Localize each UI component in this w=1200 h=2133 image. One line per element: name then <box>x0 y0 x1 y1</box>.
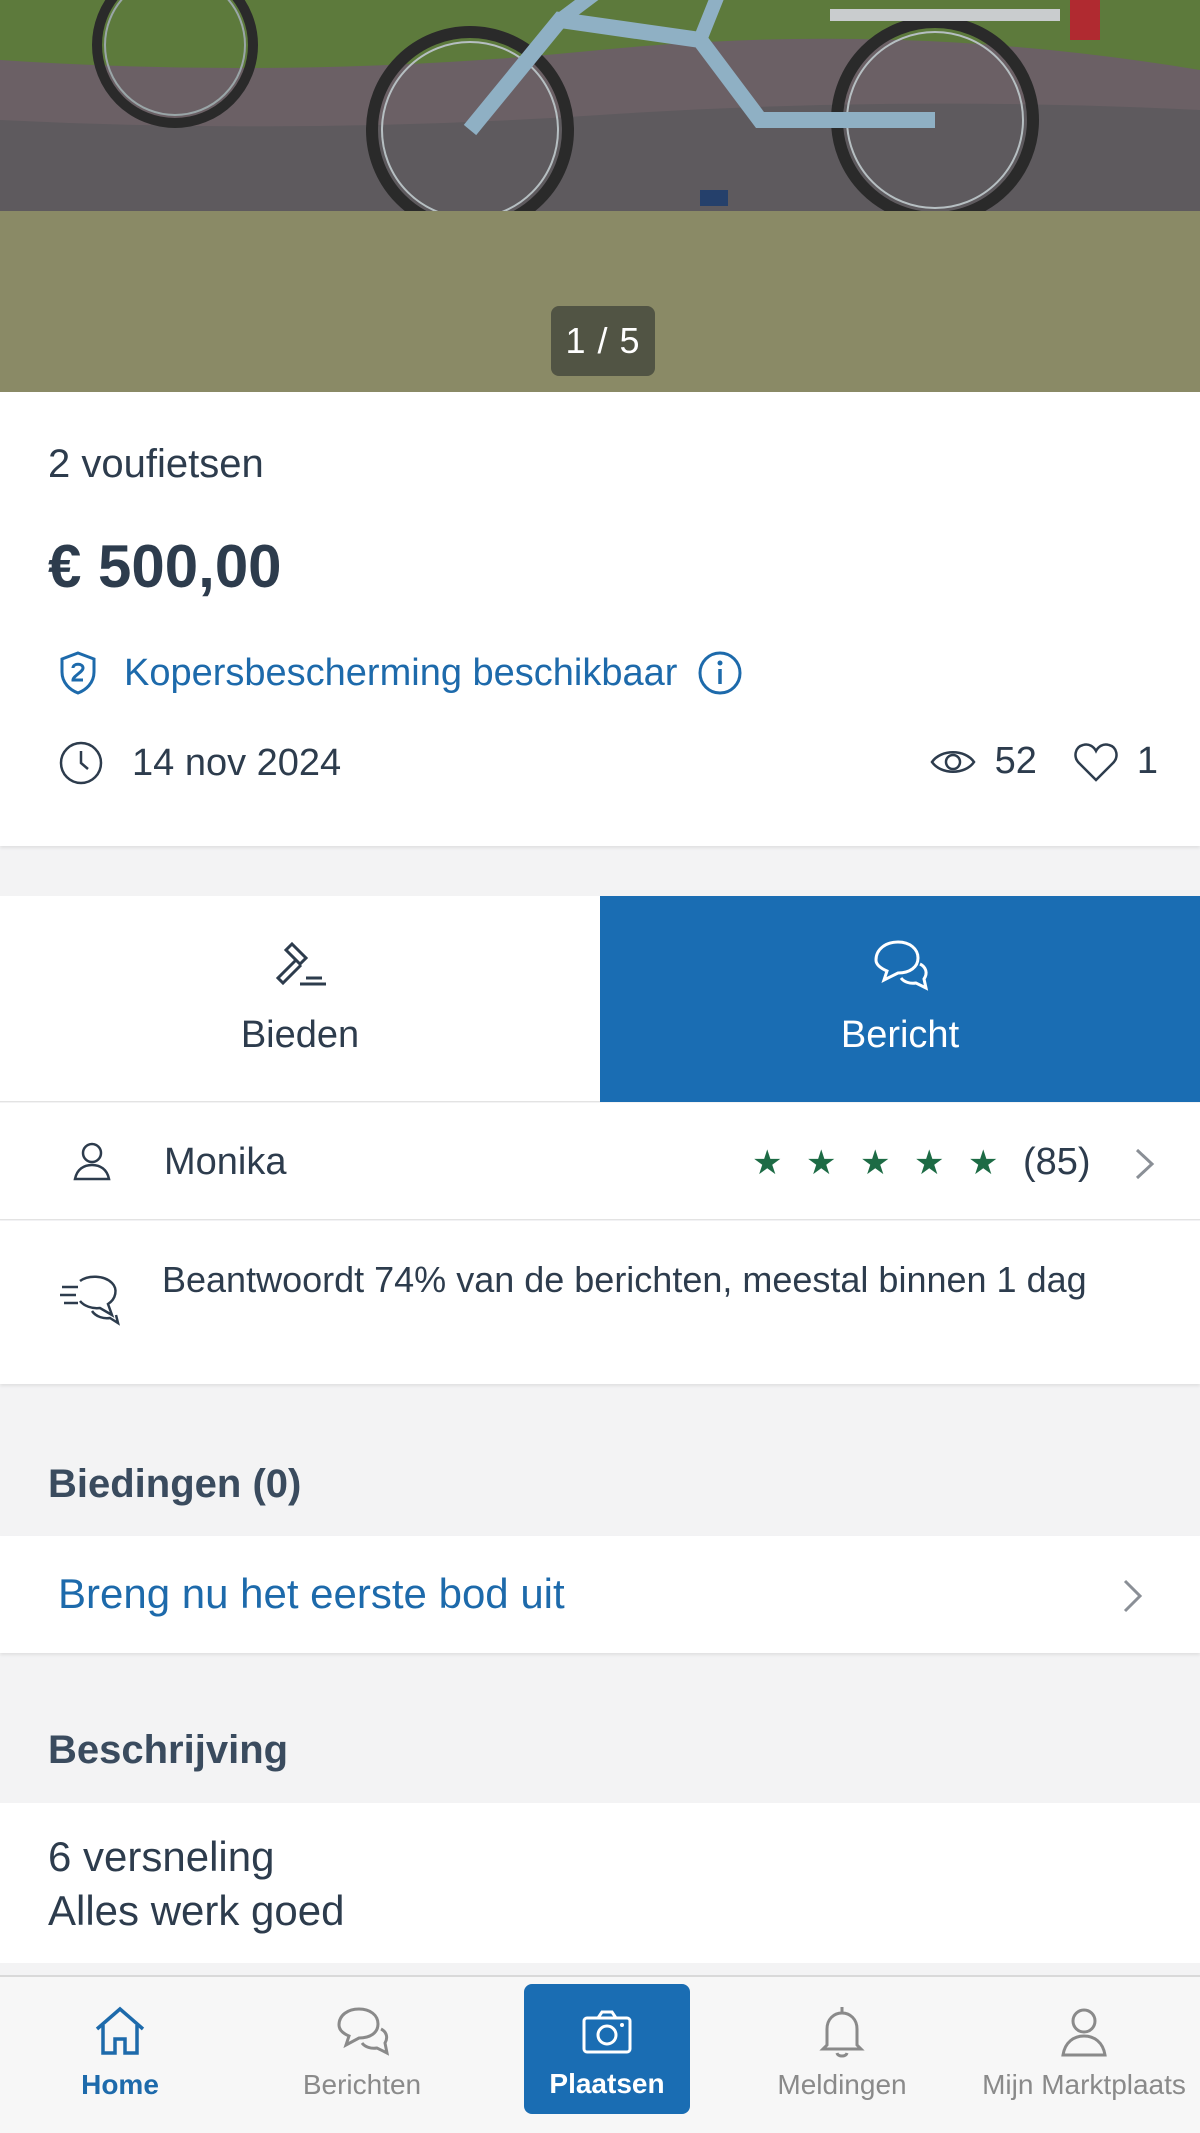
buyer-protection-link[interactable]: Kopersbescherming beschikbaar <box>58 650 743 696</box>
nav-home[interactable]: Home <box>20 1977 220 2133</box>
description-line: 6 versneling <box>48 1833 275 1880</box>
nav-mijn-marktplaats[interactable]: Mijn Marktplaats <box>968 1977 1200 2133</box>
heart-icon[interactable] <box>1073 741 1119 783</box>
response-rate-text: Beantwoordt 74% van de berichten, meesta… <box>162 1259 1087 1300</box>
gavel-icon <box>275 941 326 986</box>
first-bid-link[interactable]: Breng nu het eerste bod uit <box>58 1570 565 1618</box>
favorites-count: 1 <box>1136 740 1158 782</box>
user-icon <box>1061 2008 1107 2057</box>
first-bid-row[interactable]: Breng nu het eerste bod uit <box>0 1536 1200 1653</box>
description-body: 6 versneling Alles werk goed <box>0 1803 1200 1963</box>
seller-row[interactable]: Monika ★ ★ ★ ★ ★ (85) <box>0 1103 1200 1220</box>
bid-label: Bieden <box>240 1014 360 1056</box>
date-label: 14 nov 2024 <box>132 741 342 784</box>
chevron-right-icon <box>1135 1148 1155 1180</box>
bids-heading: Biedingen (0) <box>48 1462 302 1506</box>
star-icon: ★ <box>968 1144 999 1182</box>
listing-price: € 500,00 <box>48 533 282 600</box>
star-icon: ★ <box>806 1144 837 1182</box>
review-count: (85) <box>1023 1141 1091 1183</box>
nav-meldingen-label: Meldingen <box>777 2069 907 2100</box>
chevron-right-icon <box>1123 1579 1143 1613</box>
message-button[interactable]: Bericht <box>600 896 1200 1102</box>
bid-button[interactable]: Bieden <box>0 896 600 1102</box>
bicycle-photo <box>0 0 1200 211</box>
image-counter: 1 / 5 <box>551 306 655 376</box>
nav-meldingen[interactable]: Meldingen <box>742 1977 942 2133</box>
clock-icon <box>59 741 103 785</box>
chat-bubbles-icon <box>337 2007 390 2056</box>
user-icon <box>73 1142 111 1181</box>
views-count: 52 <box>994 740 1037 782</box>
description-heading: Beschrijving <box>48 1728 289 1772</box>
chat-bubbles-icon <box>874 940 929 991</box>
message-label: Bericht <box>840 1014 960 1056</box>
listing-date: 14 nov 2024 <box>58 740 341 786</box>
nav-plaatsen[interactable]: Plaatsen <box>524 1984 690 2114</box>
star-icon: ★ <box>914 1144 945 1182</box>
nav-berichten[interactable]: Berichten <box>262 1977 462 2133</box>
nav-mijn-label: Mijn Marktplaats <box>982 2069 1186 2100</box>
action-tabs: Bieden Bericht <box>0 896 1200 1102</box>
shield-icon <box>60 651 96 695</box>
buyer-protection-label: Kopersbescherming beschikbaar <box>124 651 678 694</box>
description-line: Alles werk goed <box>48 1887 345 1934</box>
listing-title: 2 voufietsen <box>48 442 264 486</box>
listing-page: 1 / 5 2 voufietsen € 500,00 Kopersbesche… <box>0 0 1200 2133</box>
info-icon[interactable] <box>697 650 743 696</box>
home-icon <box>95 2006 145 2055</box>
response-info: Beantwoordt 74% van de berichten, meesta… <box>0 1221 1200 1384</box>
fast-reply-icon <box>60 1275 120 1326</box>
seller-name: Monika <box>164 1141 287 1183</box>
star-icon: ★ <box>752 1144 783 1182</box>
rating-stars: ★ ★ ★ ★ ★ <box>752 1143 1022 1183</box>
nav-home-label: Home <box>81 2069 159 2100</box>
nav-plaatsen-label: Plaatsen <box>549 2068 665 2099</box>
listing-info-card: 2 voufietsen € 500,00 Kopersbescherming … <box>0 392 1200 846</box>
photo-carousel[interactable]: 1 / 5 <box>0 0 1200 392</box>
bottom-navigation: Home Berichten Plaatsen Meldingen Mijn M… <box>0 1975 1200 2133</box>
bell-icon <box>819 2007 865 2058</box>
listing-stats: 52 1 <box>929 740 1158 783</box>
star-icon: ★ <box>860 1144 891 1182</box>
eye-icon <box>930 750 976 773</box>
nav-berichten-label: Berichten <box>302 2069 422 2100</box>
camera-icon <box>582 2010 632 2054</box>
